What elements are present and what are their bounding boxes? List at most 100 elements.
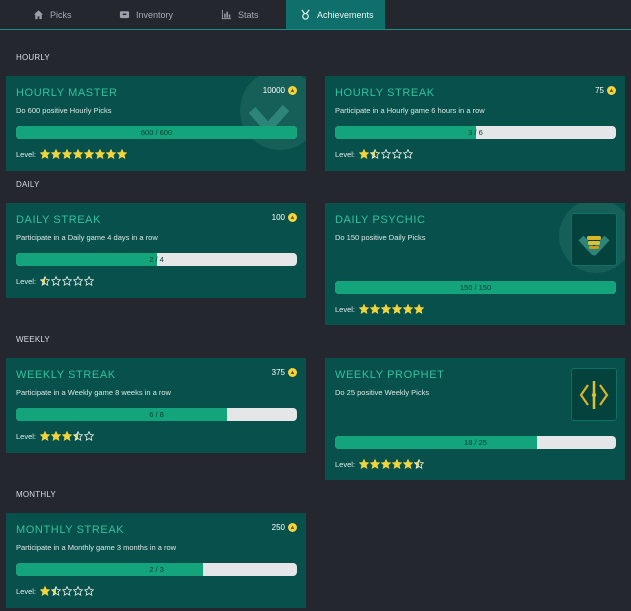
tab-label: Achievements <box>317 9 374 20</box>
home-icon <box>32 9 44 21</box>
coin-icon: ▲ <box>607 86 616 95</box>
stats-icon <box>220 9 232 21</box>
star-icon-empty <box>51 276 62 286</box>
progress-bar: 3 / 6 <box>335 126 616 139</box>
tab-inventory[interactable]: Inventory <box>118 0 173 29</box>
star-icon-full <box>117 149 128 159</box>
level-stars <box>359 459 425 469</box>
section-title-monthly: MONTHLY <box>16 490 56 499</box>
progress-bar: 2 / 3 <box>16 563 297 576</box>
star-icon-full <box>62 149 73 159</box>
level-label: Level: <box>16 586 37 596</box>
star-icon-full <box>40 431 51 441</box>
progress-text: 18 / 25 <box>464 438 487 447</box>
achievement-card-daily-streak: DAILY STREAK Participate in a Daily game… <box>6 203 306 298</box>
level-row: Level: <box>16 276 95 286</box>
level-row: Level: <box>335 459 425 469</box>
points-reward: 10000 ▲ <box>263 86 297 95</box>
level-row: Level: <box>335 304 425 314</box>
star-icon-full <box>51 431 62 441</box>
coin-icon: ▲ <box>288 86 297 95</box>
star-icon-full <box>359 459 370 469</box>
progress-text: 2 / 3 <box>149 565 164 574</box>
progress-bar: 150 / 150 <box>335 281 616 294</box>
level-stars <box>40 586 95 596</box>
progress-text: 6 / 8 <box>149 410 164 419</box>
star-icon-full <box>62 431 73 441</box>
level-label: Level: <box>16 431 37 441</box>
level-stars <box>40 149 128 159</box>
star-icon-full <box>414 304 425 314</box>
progress-text: 150 / 150 <box>459 283 492 292</box>
inventory-icon <box>118 9 130 21</box>
star-icon-full <box>392 459 403 469</box>
level-stars <box>40 431 95 441</box>
progress-bar: 6 / 8 <box>16 408 297 421</box>
tab-label: Stats <box>238 9 259 20</box>
star-icon-full <box>392 304 403 314</box>
star-icon-full <box>403 304 414 314</box>
progress-text: 3 / 6 <box>468 128 483 137</box>
star-icon-full <box>51 149 62 159</box>
tab-stats[interactable]: Stats <box>220 0 259 29</box>
star-icon-empty <box>403 149 414 159</box>
achievement-card-monthly-streak: MONTHLY STREAK Participate in a Monthly … <box>6 513 306 608</box>
card-description: Participate in a Hourly game 6 hours in … <box>335 106 485 115</box>
achievement-card-weekly-prophet: WEEKLY PROPHET Do 25 positive Weekly Pic… <box>325 358 625 480</box>
star-icon-full <box>95 149 106 159</box>
star-icon-empty <box>392 149 403 159</box>
level-label: Level: <box>16 149 37 159</box>
level-row: Level: <box>16 149 128 159</box>
progress-text: 600 / 600 <box>140 128 173 137</box>
section-title-daily: DAILY <box>16 180 40 189</box>
star-icon-half <box>370 149 381 159</box>
star-icon-full <box>381 459 392 469</box>
psychic-badge-icon <box>571 213 617 266</box>
card-title: MONTHLY STREAK <box>16 524 125 536</box>
star-icon-empty <box>62 276 73 286</box>
card-title: HOURLY STREAK <box>335 87 435 99</box>
points-reward: 100 ▲ <box>272 213 297 222</box>
prophet-badge-icon <box>571 368 617 421</box>
card-description: Do 600 positive Hourly Picks <box>16 106 112 115</box>
card-title: HOURLY MASTER <box>16 87 118 99</box>
progress-text: 2 / 4 <box>149 255 164 264</box>
level-label: Level: <box>16 276 37 286</box>
level-stars <box>40 276 95 286</box>
tab-label: Inventory <box>136 9 174 20</box>
achievement-card-daily-psychic: DAILY PSYCHIC Do 150 positive Daily Pick… <box>325 203 625 325</box>
star-icon-full <box>84 149 95 159</box>
star-icon-full <box>359 304 370 314</box>
star-icon-full <box>403 459 414 469</box>
level-row: Level: <box>16 431 95 441</box>
card-title: WEEKLY STREAK <box>16 369 116 381</box>
points-reward: 75 ▲ <box>595 86 616 95</box>
star-icon-half <box>414 459 425 469</box>
tab-picks[interactable]: Picks <box>32 0 72 29</box>
achievement-icon <box>299 9 311 21</box>
points-value: 10000 <box>262 86 285 95</box>
level-label: Level: <box>335 304 356 314</box>
card-description: Participate in a Monthly game 3 months i… <box>16 543 177 552</box>
star-icon-half <box>40 276 51 286</box>
star-icon-empty <box>73 586 84 596</box>
points-value: 250 <box>271 523 285 532</box>
star-icon-half <box>51 586 62 596</box>
star-icon-empty <box>84 586 95 596</box>
star-icon-empty <box>381 149 392 159</box>
star-icon-empty <box>62 586 73 596</box>
achievement-card-hourly-master: HOURLY MASTER Do 600 positive Hourly Pic… <box>6 76 306 171</box>
level-label: Level: <box>335 149 356 159</box>
card-title: WEEKLY PROPHET <box>335 369 445 381</box>
achievement-card-hourly-streak: HOURLY STREAK Participate in a Hourly ga… <box>325 76 625 171</box>
card-title: DAILY PSYCHIC <box>335 214 426 226</box>
star-icon-full <box>73 149 84 159</box>
tab-achievements[interactable]: Achievements <box>286 0 385 29</box>
star-icon-full <box>381 304 392 314</box>
level-stars <box>359 149 414 159</box>
level-row: Level: <box>16 586 95 596</box>
card-description: Participate in a Weekly game 8 weeks in … <box>16 388 171 397</box>
points-reward: 250 ▲ <box>272 523 297 532</box>
progress-bar: 2 / 4 <box>16 253 297 266</box>
points-value: 75 <box>595 86 604 95</box>
